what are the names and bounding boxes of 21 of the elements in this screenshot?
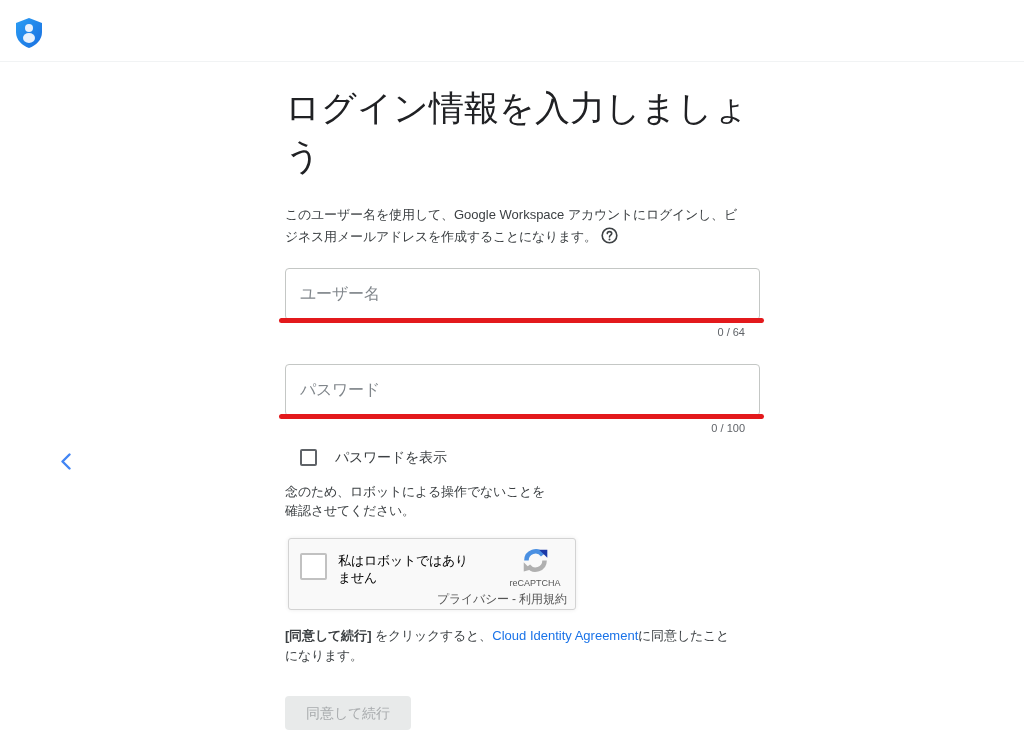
show-password-checkbox[interactable] xyxy=(300,449,317,466)
agreement-text: [同意して続行] をクリックすると、Cloud Identity Agreementに同意したことになります。 xyxy=(285,627,731,665)
input-field[interactable]: ユーザー名 xyxy=(285,268,760,320)
captcha-prompt: 念のため、ロボットによる操作でないことを確認させてください。 xyxy=(285,483,546,520)
input-field[interactable]: パスワード xyxy=(285,364,760,416)
checkbox-label: パスワードを表示 xyxy=(335,448,447,467)
page-title: ログイン情報を入力しましょう xyxy=(285,87,750,177)
chevron-left-icon xyxy=(60,453,72,470)
agreement-link[interactable]: Cloud Identity Agreement xyxy=(492,628,639,643)
captcha-link[interactable]: 利用規約 xyxy=(519,592,567,607)
link-separator: - xyxy=(512,592,516,607)
character-counter: 0 / 64 xyxy=(716,325,746,339)
captcha-label: 私はロボットではありません xyxy=(338,552,469,586)
description-text: このユーザー名を使用して、Google Workspace アカウントにログインし、ビジネス用メールアドレスを作成することになります。 xyxy=(285,206,738,246)
character-counter: 0 / 100 xyxy=(710,421,746,435)
captcha-checkbox[interactable] xyxy=(300,553,327,580)
back-button[interactable] xyxy=(58,451,74,472)
captcha-brand: reCAPTCHA xyxy=(509,578,561,589)
help-icon[interactable] xyxy=(601,227,618,244)
captcha-link[interactable]: プライバシー xyxy=(437,592,509,607)
shield-person-icon xyxy=(16,18,42,48)
